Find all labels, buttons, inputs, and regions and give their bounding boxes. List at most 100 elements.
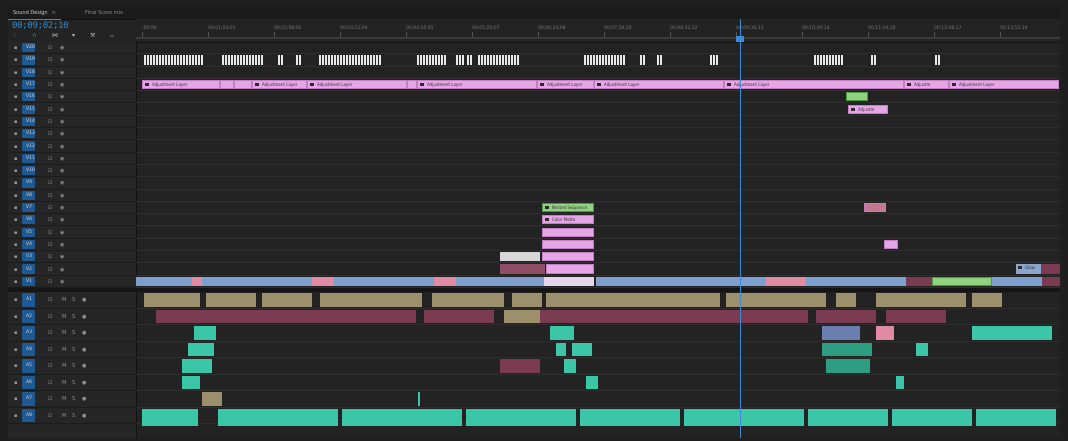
snap-icon[interactable]: ∩ xyxy=(32,32,36,39)
timeline-clip[interactable] xyxy=(261,55,263,65)
timeline-clip[interactable] xyxy=(481,55,483,65)
timeline-clip[interactable] xyxy=(876,293,966,307)
timeline-clip[interactable] xyxy=(162,55,164,65)
track-lane-v17[interactable]: Adjustment Layer Adjustment Layer Adjustme… xyxy=(136,79,1060,92)
track-lane-v2[interactable]: Glow xyxy=(136,263,1060,276)
timeline-clip[interactable] xyxy=(590,55,592,65)
caption-icon[interactable]: ▭ xyxy=(110,33,114,38)
timeline-clip[interactable] xyxy=(826,359,870,373)
eye-icon[interactable]: ◉ xyxy=(60,279,64,285)
timeline-clip[interactable] xyxy=(296,55,298,65)
eye-icon[interactable]: ◉ xyxy=(60,107,64,113)
timeline-clip[interactable] xyxy=(640,55,642,65)
timeline-clip[interactable] xyxy=(838,55,840,65)
timeline-clip[interactable] xyxy=(916,342,928,356)
timeline-clip[interactable] xyxy=(814,55,816,65)
timeline-clip[interactable] xyxy=(586,375,598,389)
timeline-clip[interactable] xyxy=(484,55,486,65)
voiceover-icon[interactable]: ● xyxy=(82,396,86,402)
sync-lock-icon[interactable]: ⊡ xyxy=(48,205,52,211)
timeline-clip[interactable] xyxy=(823,55,825,65)
track-header-v18[interactable]: ▪ V18 ⊡ ◉ xyxy=(8,67,136,79)
timeline-clip[interactable]: Adjustment Layer xyxy=(307,79,407,90)
lock-icon[interactable]: ▪ xyxy=(14,230,17,236)
sync-lock-icon[interactable]: ⊡ xyxy=(48,380,52,386)
timeline-clip[interactable] xyxy=(874,55,876,65)
eye-icon[interactable]: ◉ xyxy=(60,205,64,211)
timeline-clip[interactable] xyxy=(320,293,422,307)
timeline-clip[interactable] xyxy=(726,293,826,307)
timeline-clip[interactable] xyxy=(231,55,233,65)
lock-icon[interactable]: ▪ xyxy=(14,131,17,137)
solo-icon[interactable]: S xyxy=(72,297,75,303)
sync-lock-icon[interactable]: ⊡ xyxy=(48,297,52,303)
track-header-a1[interactable]: ▪ A1 ⊡ M S ● xyxy=(8,292,136,309)
timeline-clip[interactable] xyxy=(623,55,625,65)
timeline-clip[interactable] xyxy=(572,342,592,356)
track-lane-v12[interactable] xyxy=(136,140,1060,153)
linked-selection-icon[interactable]: ⋈ xyxy=(52,32,58,39)
eye-icon[interactable]: ◉ xyxy=(60,242,64,248)
track-lane-v8[interactable] xyxy=(136,190,1060,202)
timeline-clip[interactable]: Adjustment Layer xyxy=(537,79,594,90)
timeline-clip[interactable] xyxy=(218,408,338,426)
timeline-clip[interactable] xyxy=(417,55,419,65)
timeline-clip[interactable] xyxy=(234,55,236,65)
track-header-v7[interactable]: ▪ V7 ⊡ ◉ xyxy=(8,202,136,215)
track-header-v13[interactable]: ▪ V13 ⊡ ◉ xyxy=(8,128,136,141)
timeline-clip[interactable] xyxy=(500,264,545,274)
lock-icon[interactable]: ▪ xyxy=(14,297,17,303)
timeline-clip[interactable] xyxy=(884,239,898,250)
lock-icon[interactable]: ▪ xyxy=(14,279,17,285)
sync-lock-icon[interactable]: ⊡ xyxy=(48,314,52,320)
track-lane-a7[interactable] xyxy=(136,391,1060,408)
track-header-v17[interactable]: ▪ V17 ⊡ ◉ xyxy=(8,79,136,92)
tab-sound-design[interactable]: Sound Design ≡ xyxy=(8,7,61,20)
track-header-v19[interactable]: ▪ V19 ⊡ ◉ xyxy=(8,54,136,67)
sync-lock-icon[interactable]: ⊡ xyxy=(48,193,52,199)
timeline-clip[interactable] xyxy=(282,276,312,286)
timeline-clip[interactable] xyxy=(512,293,542,307)
track-header-a6[interactable]: ▪ A6 ⊡ M S ● xyxy=(8,375,136,391)
mute-icon[interactable]: M xyxy=(62,347,66,353)
timeline-clip[interactable] xyxy=(352,55,354,65)
timeline-clip[interactable] xyxy=(500,252,540,262)
timeline-clip[interactable] xyxy=(334,276,414,286)
mute-icon[interactable]: M xyxy=(62,380,66,386)
timeline-clip[interactable] xyxy=(364,55,366,65)
timeline-clip[interactable] xyxy=(343,55,345,65)
playhead-timecode[interactable]: 00;09;02;10 xyxy=(12,21,69,31)
timeline-clip[interactable] xyxy=(726,276,766,286)
timeline-clip[interactable] xyxy=(478,55,480,65)
timeline-clip[interactable] xyxy=(808,408,888,426)
timeline-clip[interactable]: Adjustment Layer xyxy=(252,79,307,90)
eye-icon[interactable]: ◉ xyxy=(60,180,64,186)
timeline-clip[interactable] xyxy=(180,55,182,65)
mute-icon[interactable]: M xyxy=(62,297,66,303)
timeline-clip[interactable] xyxy=(602,55,604,65)
track-header-v8[interactable]: ▪ V8 ⊡ ◉ xyxy=(8,190,136,202)
timeline-clip[interactable] xyxy=(456,55,458,65)
time-ruler[interactable]: :00;00 00;01;04;01 00;02;08;02 00;03;12;04 0… xyxy=(136,19,1060,43)
track-lane-a8[interactable] xyxy=(136,408,1060,426)
timeline-clip[interactable] xyxy=(358,55,360,65)
timeline-clip[interactable]: Adjustment Layer xyxy=(594,79,724,90)
timeline-clip[interactable] xyxy=(361,55,363,65)
timeline-clip[interactable] xyxy=(508,309,808,323)
timeline-clip[interactable] xyxy=(935,55,937,65)
track-header-v5[interactable]: ▪ V5 ⊡ ◉ xyxy=(8,227,136,239)
timeline-clip[interactable] xyxy=(186,55,188,65)
timeline-clip[interactable] xyxy=(150,55,152,65)
voiceover-icon[interactable]: ● xyxy=(82,380,86,386)
timeline-clip[interactable] xyxy=(467,55,469,65)
timeline-clip[interactable] xyxy=(542,239,594,250)
timeline-clip[interactable] xyxy=(496,55,498,65)
track-header-v16[interactable]: ▪ V16 ⊡ ◉ xyxy=(8,91,136,104)
timeline-clip[interactable] xyxy=(906,276,932,286)
eye-icon[interactable]: ◉ xyxy=(60,193,64,199)
track-header-v4[interactable]: ▪ V4 ⊡ ◉ xyxy=(8,239,136,252)
timeline-clip[interactable] xyxy=(766,276,806,286)
timeline-clip[interactable] xyxy=(246,55,248,65)
mute-icon[interactable]: M xyxy=(62,363,66,369)
timeline-clip[interactable] xyxy=(564,359,576,373)
